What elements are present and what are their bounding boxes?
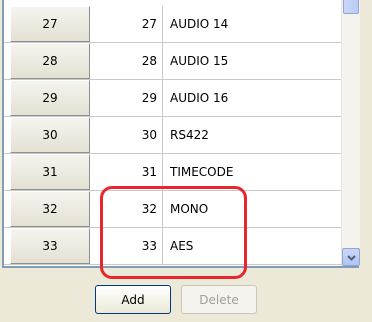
channel-table: 27 27 AUDIO 14 28 28 AUDIO 15 29 29 AUDI… bbox=[4, 0, 341, 266]
row-header[interactable]: 30 bbox=[10, 117, 90, 153]
channel-number-cell[interactable]: 30 bbox=[90, 117, 163, 153]
row-header[interactable]: 33 bbox=[10, 228, 90, 264]
row-header[interactable]: 32 bbox=[10, 191, 90, 227]
add-button[interactable]: Add bbox=[95, 285, 171, 314]
table-row[interactable]: 30 30 RS422 bbox=[4, 117, 341, 154]
table-frame-left bbox=[2, 0, 4, 268]
channel-name-cell[interactable]: AUDIO 14 bbox=[163, 6, 341, 42]
channel-number-cell[interactable]: 32 bbox=[90, 191, 163, 227]
channel-number-cell[interactable]: 28 bbox=[90, 43, 163, 79]
channel-name-cell[interactable]: AES bbox=[163, 228, 341, 264]
vertical-scrollbar[interactable] bbox=[341, 0, 360, 266]
channel-name-cell[interactable]: AUDIO 15 bbox=[163, 43, 341, 79]
row-header[interactable]: 31 bbox=[10, 154, 90, 190]
table-row[interactable]: 29 29 AUDIO 16 bbox=[4, 80, 341, 117]
channel-number-cell[interactable]: 27 bbox=[90, 6, 163, 42]
chevron-down-icon bbox=[346, 250, 356, 264]
table-row[interactable]: 32 32 MONO bbox=[4, 191, 341, 228]
channel-name-cell[interactable]: MONO bbox=[163, 191, 341, 227]
delete-button[interactable]: Delete bbox=[181, 285, 257, 314]
channel-number-cell[interactable]: 29 bbox=[90, 80, 163, 116]
table-row[interactable]: 33 33 AES bbox=[4, 228, 341, 265]
row-header[interactable]: 29 bbox=[10, 80, 90, 116]
scroll-down-button[interactable] bbox=[342, 248, 360, 266]
row-header[interactable]: 28 bbox=[10, 43, 90, 79]
table-row[interactable]: 28 28 AUDIO 15 bbox=[4, 43, 341, 80]
row-header[interactable]: 27 bbox=[10, 6, 90, 42]
channel-number-cell[interactable]: 31 bbox=[90, 154, 163, 190]
table-frame-bottom bbox=[2, 266, 359, 268]
channel-list-panel: 27 27 AUDIO 14 28 28 AUDIO 15 29 29 AUDI… bbox=[0, 0, 372, 322]
channel-name-cell[interactable]: RS422 bbox=[163, 117, 341, 153]
table-row[interactable]: 27 27 AUDIO 14 bbox=[4, 0, 341, 43]
channel-name-cell[interactable]: AUDIO 16 bbox=[163, 80, 341, 116]
scrollbar-thumb[interactable] bbox=[343, 0, 359, 14]
table-row[interactable]: 31 31 TIMECODE bbox=[4, 154, 341, 191]
channel-name-cell[interactable]: TIMECODE bbox=[163, 154, 341, 190]
channel-number-cell[interactable]: 33 bbox=[90, 228, 163, 264]
